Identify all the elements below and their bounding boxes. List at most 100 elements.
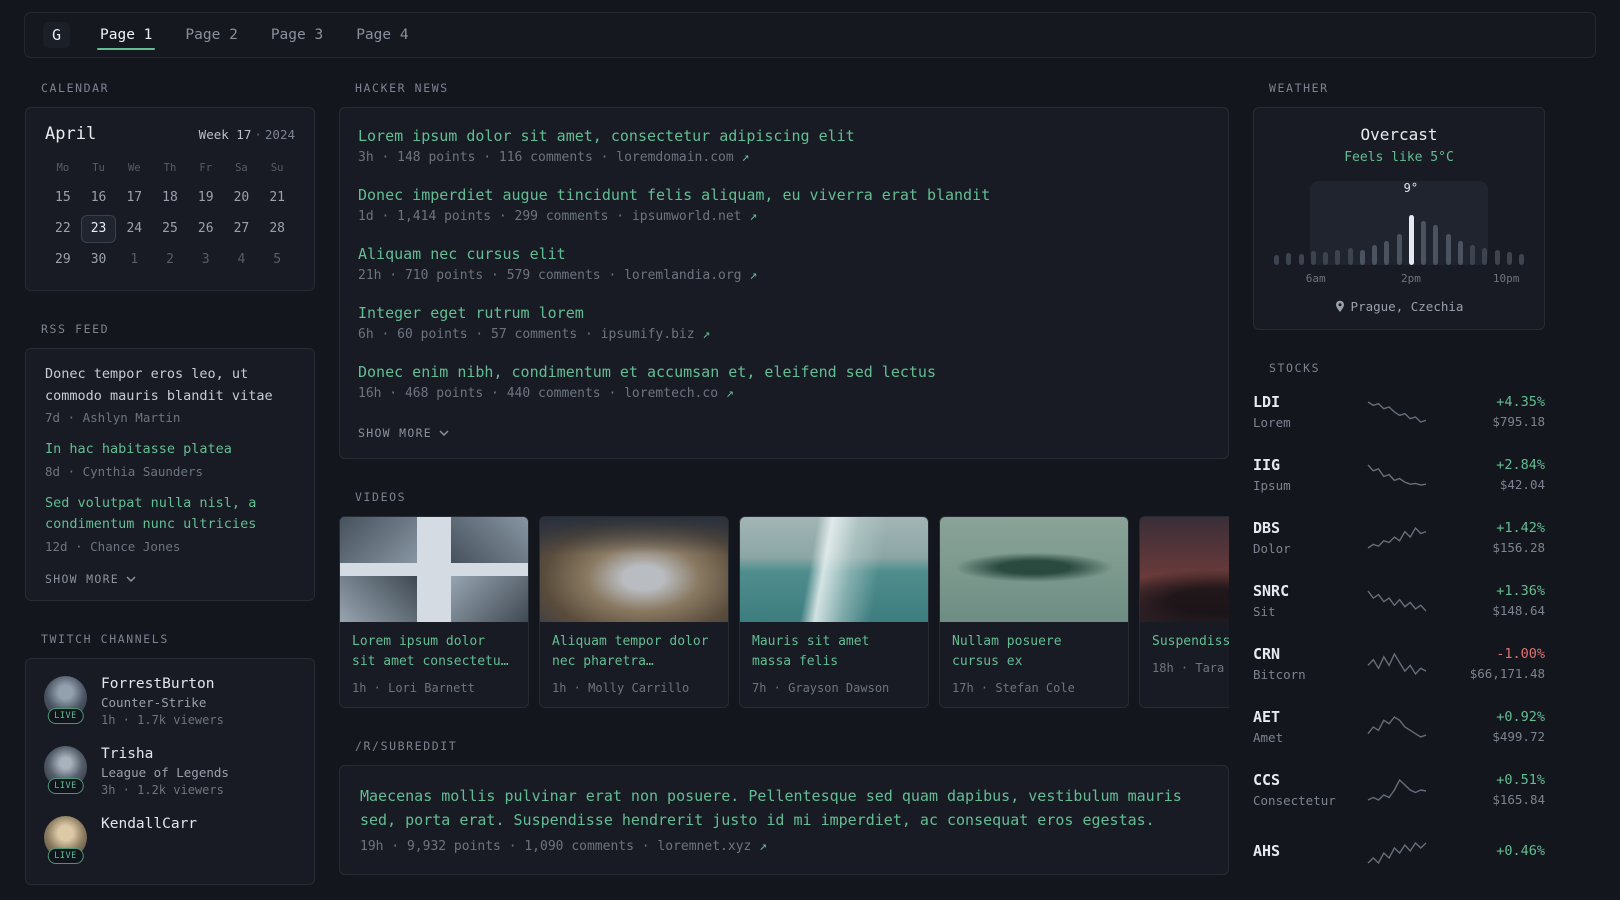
stock-name: Ipsum [1253,478,1291,493]
source-domain-link[interactable]: loremnet.xyz ↗ [657,839,767,854]
weather-hour-bar [1286,253,1292,265]
hn-item-link[interactable]: Integer eget rutrum lorem [358,304,1210,322]
hn-item-meta: 16h · 468 points · 440 comments · loremt… [358,386,734,401]
weather-hour-bar [1310,251,1316,265]
sparkline-chart [1367,841,1427,864]
weather-hour-bar [1470,245,1475,265]
calendar-day-header: We [127,162,141,174]
live-badge: LIVE [47,777,84,794]
source-domain-link[interactable]: ipsumworld.net ↗ [632,209,757,224]
hn-item-link[interactable]: Lorem ipsum dolor sit amet, consectetur … [358,127,1210,145]
calendar-day: 3 [201,252,210,267]
hn-item-link[interactable]: Donec imperdiet augue tincidunt felis al… [358,186,1210,204]
hn-item-meta: 21h · 710 points · 579 comments · loreml… [358,268,758,283]
video-card[interactable]: Mauris sit amet massa felis 7h · Grayson … [739,516,929,709]
channel-name-link[interactable]: Trisha [101,746,229,762]
tab-page-2[interactable]: Page 2 [183,13,239,57]
channel-info: ForrestBurton Counter-Strike 1h · 1.7k vie… [101,676,224,727]
rss-item-link[interactable]: Donec tempor eros leo, ut commodo mauris… [45,364,295,407]
video-title-link[interactable]: Aliquam tempor dolor nec pharetra… [552,632,716,672]
stock-sparkline [1345,588,1449,614]
stock-row[interactable]: CCS Consectetur +0.51% $165.84 [1253,765,1545,814]
video-card[interactable]: Suspendisse diam 18h · Tara [1139,516,1229,709]
stock-ticker: IIG [1253,456,1281,474]
stock-change: +1.42% [1496,520,1545,536]
hn-item-link[interactable]: Donec enim nibh, condimentum et accumsan… [358,363,1210,381]
source-domain-link[interactable]: loremtech.co ↗ [624,386,734,401]
location-pin-icon [1335,300,1344,312]
channel-avatar[interactable]: LIVE [44,675,87,724]
stock-ticker: CCS [1253,771,1281,789]
stock-row[interactable]: LDI Lorem +4.35% $795.18 [1253,387,1545,436]
video-card[interactable]: Lorem ipsum dolor sit amet consectetu… 1h… [339,516,529,709]
stock-ticker: CRN [1253,645,1281,663]
hn-item: Integer eget rutrum lorem 6h · 60 points … [358,304,1210,342]
hn-item: Donec imperdiet augue tincidunt felis al… [358,186,1210,224]
source-domain-link[interactable]: loremdomain.com ↗ [616,150,749,165]
calendar-month: April [45,124,97,144]
hn-item-link[interactable]: Aliquam nec cursus elit [358,245,1210,263]
hn-show-more-button[interactable]: SHOW MORE [358,426,449,440]
videos-widget: VIDEOS Lorem ipsum dolor sit amet consec… [339,490,1229,709]
stock-row[interactable]: IIG Ipsum +2.84% $42.04 [1253,450,1545,499]
twitch-widget-title: TWITCH CHANNELS [41,631,169,646]
weather-hour-bar [1335,250,1341,265]
stock-change: +0.51% [1496,772,1545,788]
stock-name: Bitcorn [1253,667,1306,682]
stock-change: +2.84% [1496,457,1545,473]
sparkline-chart [1367,464,1427,486]
weather-hour-bar [1274,255,1279,265]
stock-row[interactable]: CRN Bitcorn -1.00% $66,171.48 [1253,639,1545,688]
weather-feels-like: Feels like 5°C [1344,150,1454,165]
stock-sparkline [1345,525,1449,551]
video-card[interactable]: Aliquam tempor dolor nec pharetra… 1h · M… [539,516,729,709]
channel-avatar[interactable]: LIVE [44,815,87,864]
video-title-link[interactable]: Suspendisse diam [1152,632,1229,652]
weather-hourly-chart: 9° [1274,181,1524,265]
weather-hour-bar [1433,225,1439,265]
video-card[interactable]: Nullam posuere cursus ex 17h · Stefan Col… [939,516,1129,709]
stock-name: Consectetur [1253,793,1336,808]
reddit-post-link[interactable]: Maecenas mollis pulvinar erat non posuer… [360,784,1208,832]
tab-page-1[interactable]: Page 1 [97,13,156,57]
calendar-year: 2024 [264,127,295,142]
calendar-day: 1 [130,252,139,267]
source-domain-link[interactable]: loremlandia.org ↗ [624,268,757,283]
rss-item-link[interactable]: In hac habitasse platea [45,439,295,461]
video-meta: 18h · Tara [1152,661,1225,676]
channel-name-link[interactable]: KendallCarr [101,816,197,832]
channel-name-link[interactable]: ForrestBurton [101,676,224,692]
weather-time-label: 10pm [1492,272,1520,285]
stock-row[interactable]: SNRC Sit +1.36% $148.64 [1253,576,1545,625]
stock-row[interactable]: AET Amet +0.92% $499.72 [1253,702,1545,751]
stock-row[interactable]: AHS +0.46% [1253,828,1545,877]
video-title-link[interactable]: Mauris sit amet massa felis [752,632,916,672]
video-body: Aliquam tempor dolor nec pharetra… 1h · M… [540,622,728,707]
video-title-link[interactable]: Lorem ipsum dolor sit amet consectetu… [352,632,516,672]
weather-time-label: 2pm [1400,272,1421,285]
external-link-icon: ↗ [702,327,711,342]
app-logo[interactable]: G [43,22,71,48]
stock-values: +0.46% [1449,843,1545,863]
tab-page-4[interactable]: Page 4 [354,13,410,57]
calendar-day: 29 [55,252,71,267]
rss-show-more-button[interactable]: SHOW MORE [45,572,136,586]
tab-page-3[interactable]: Page 3 [269,13,325,57]
chevron-down-icon [439,430,449,436]
rss-item-link[interactable]: Sed volutpat nulla nisl, a condimentum n… [45,493,295,536]
channel-avatar[interactable]: LIVE [44,745,87,794]
source-domain-link[interactable]: ipsumify.biz ↗ [601,327,711,342]
calendar-day: 25 [162,221,178,236]
video-thumbnail [1140,517,1229,622]
channel-info: Trisha League of Legends 3h · 1.2k viewers [101,746,229,797]
stock-row[interactable]: DBS Dolor +1.42% $156.28 [1253,513,1545,562]
video-title-link[interactable]: Nullam posuere cursus ex [952,632,1116,672]
stock-values: +4.35% $795.18 [1449,394,1545,429]
calendar-day-header: Su [270,162,284,174]
video-meta: 1h · Lori Barnett [352,681,475,696]
video-meta: 7h · Grayson Dawson [752,681,890,696]
stock-symbol-block: AET Amet [1253,708,1345,745]
stock-symbol-block: IIG Ipsum [1253,456,1345,493]
topbar: G Page 1 Page 2 Page 3 Page 4 [24,12,1596,58]
hn-item: Aliquam nec cursus elit 21h · 710 points … [358,245,1210,283]
